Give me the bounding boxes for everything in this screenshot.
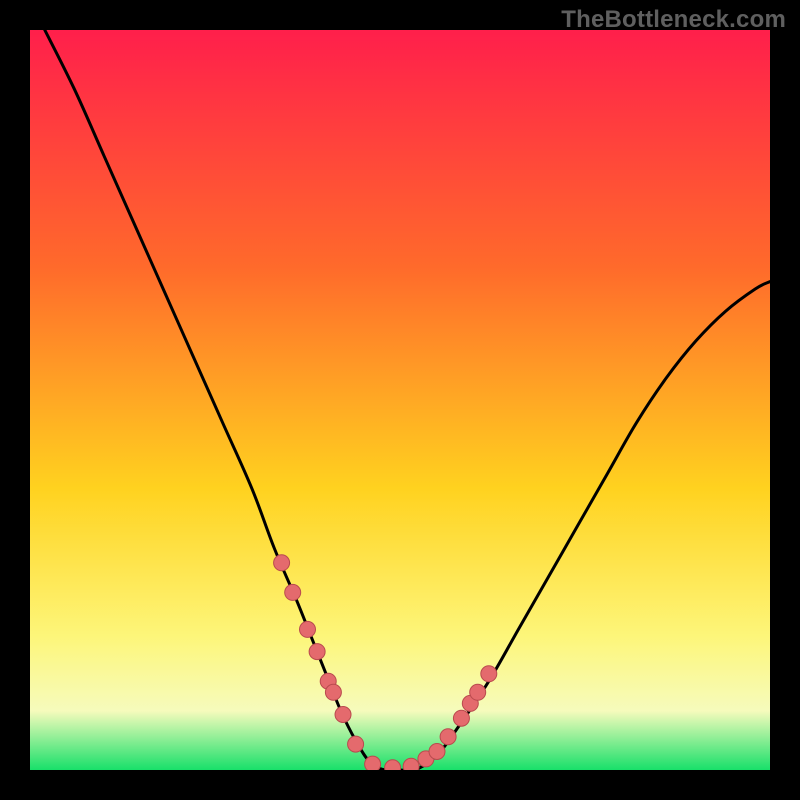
- highlight-marker: [440, 729, 456, 745]
- highlight-marker: [429, 744, 445, 760]
- highlight-marker: [348, 736, 364, 752]
- highlight-marker: [470, 684, 486, 700]
- highlight-marker: [274, 555, 290, 571]
- highlight-marker: [309, 644, 325, 660]
- highlight-marker: [300, 621, 316, 637]
- highlight-marker: [365, 756, 381, 770]
- gradient-background: [30, 30, 770, 770]
- highlight-marker: [481, 666, 497, 682]
- plot-area: [30, 30, 770, 770]
- highlight-marker: [403, 758, 419, 770]
- highlight-marker: [325, 684, 341, 700]
- chart-svg: [30, 30, 770, 770]
- highlight-marker: [453, 710, 469, 726]
- watermark-label: TheBottleneck.com: [561, 6, 786, 34]
- chart-frame: TheBottleneck.com: [0, 0, 800, 800]
- highlight-marker: [335, 707, 351, 723]
- highlight-marker: [285, 584, 301, 600]
